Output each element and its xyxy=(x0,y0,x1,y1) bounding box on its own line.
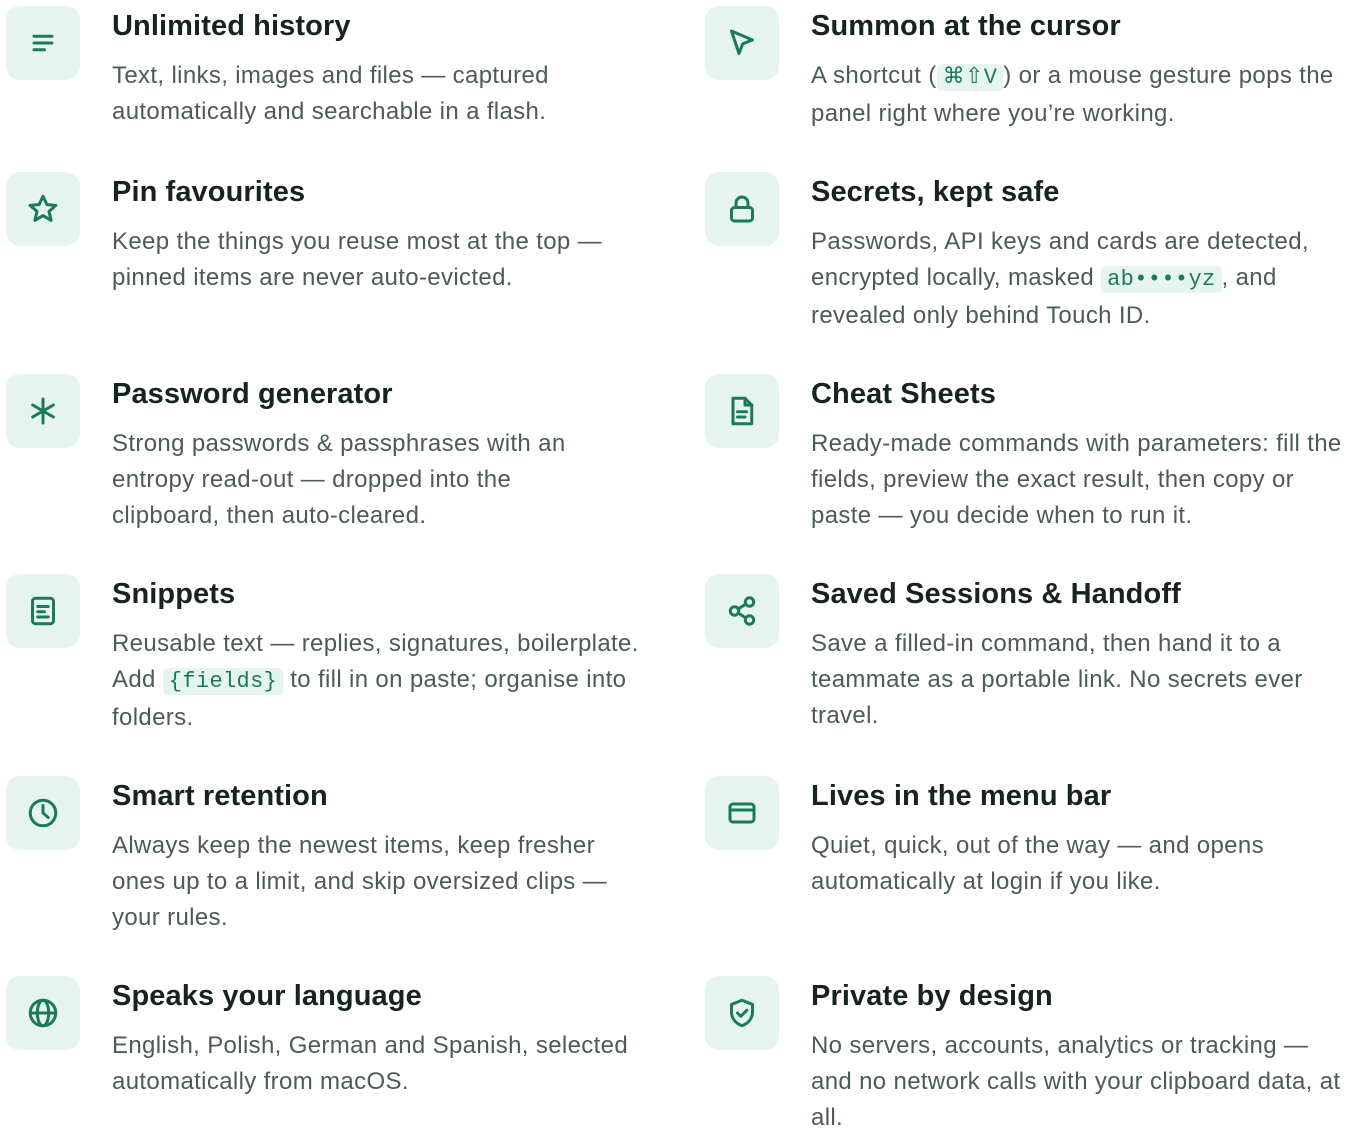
feature-description: Text, links, images and files — captured… xyxy=(112,62,549,125)
feature-title: Private by design xyxy=(811,980,1053,1012)
clock-icon xyxy=(6,776,80,850)
document-icon xyxy=(705,374,779,448)
feature-title: Summon at the cursor xyxy=(811,10,1121,42)
feature-title: Speaks your language xyxy=(112,980,422,1012)
cursor-icon xyxy=(705,6,779,80)
feature-title: Secrets, kept safe xyxy=(811,176,1060,208)
shield-check-icon xyxy=(705,976,779,1050)
shortcut-code: ⌘⇧V xyxy=(936,64,1004,91)
globe-icon xyxy=(6,976,80,1050)
star-icon xyxy=(6,172,80,246)
feature-description: Quiet, quick, out of the way — and opens… xyxy=(811,832,1264,895)
asterisk-icon xyxy=(6,374,80,448)
feature-description: Always keep the newest items, keep fresh… xyxy=(112,832,607,931)
list-icon xyxy=(6,6,80,80)
feature-title: Pin favourites xyxy=(112,176,306,208)
feature-title: Cheat Sheets xyxy=(811,378,996,410)
feature-description: English, Polish, German and Spanish, sel… xyxy=(112,1032,629,1095)
feature-description: Reusable text — replies, signatures, boi… xyxy=(112,630,639,731)
feature-title: Lives in the menu bar xyxy=(811,780,1112,812)
share-icon xyxy=(705,574,779,648)
feature-description: No servers, accounts, analytics or track… xyxy=(811,1032,1341,1131)
feature-title: Unlimited history xyxy=(112,10,351,42)
window-icon xyxy=(705,776,779,850)
feature-description: Save a filled-in command, then hand it t… xyxy=(811,630,1303,729)
masked-secret-code: ab••••yz xyxy=(1101,266,1222,293)
feature-description: Ready-made commands with parameters: fil… xyxy=(811,430,1342,529)
fields-placeholder-code: {fields} xyxy=(162,668,284,695)
feature-title: Snippets xyxy=(112,578,236,610)
feature-description: Passwords, API keys and cards are detect… xyxy=(811,228,1309,329)
feature-description: A shortcut (⌘⇧V) or a mouse gesture pops… xyxy=(811,62,1334,127)
feature-description: Keep the things you reuse most at the to… xyxy=(112,228,602,291)
lock-icon xyxy=(705,172,779,246)
snippet-icon xyxy=(6,574,80,648)
feature-title: Password generator xyxy=(112,378,393,410)
feature-description: Strong passwords & passphrases with an e… xyxy=(112,430,566,529)
feature-title: Saved Sessions & Handoff xyxy=(811,578,1181,610)
feature-title: Smart retention xyxy=(112,780,328,812)
